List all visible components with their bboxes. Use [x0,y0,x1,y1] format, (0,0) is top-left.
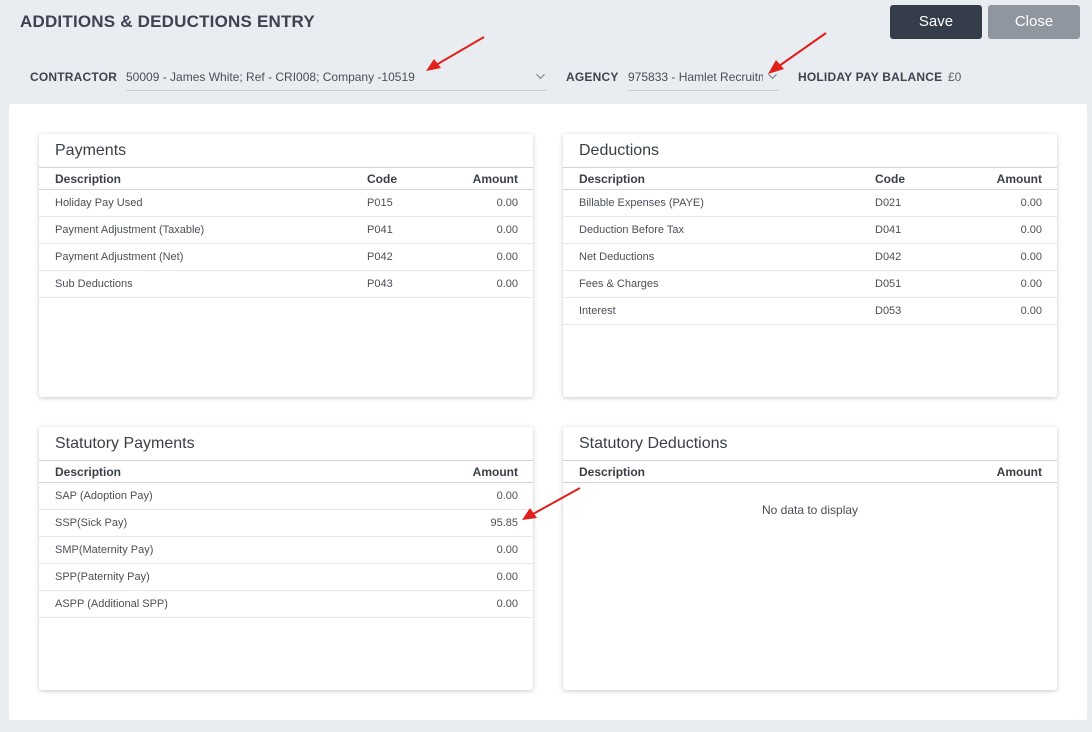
row-amount[interactable]: 0.00 [497,251,518,263]
table-row[interactable]: Deduction Before Tax D041 0.00 [563,217,1057,244]
row-amount[interactable]: 0.00 [497,224,518,236]
table-row[interactable]: Billable Expenses (PAYE) D021 0.00 [563,190,1057,217]
statutory-deductions-table-header: Description Amount [563,460,1057,483]
row-amount[interactable]: 0.00 [1021,224,1042,236]
row-description: Billable Expenses (PAYE) [579,197,704,209]
column-header-description: Description [579,172,646,186]
empty-state-text: No data to display [761,503,859,517]
column-header-description: Description [55,172,122,186]
holiday-pay-balance-label: HOLIDAY PAY BALANCE [798,70,943,84]
row-amount[interactable]: 0.00 [497,598,518,610]
table-row[interactable]: Holiday Pay Used P015 0.00 [39,190,533,217]
agency-value: 975833 - Hamlet Recruitment [628,70,763,84]
row-code: D041 [875,224,902,236]
row-amount[interactable]: 0.00 [497,490,518,502]
row-description: Payment Adjustment (Taxable) [55,224,205,236]
table-row[interactable]: Fees & Charges D051 0.00 [563,271,1057,298]
row-amount[interactable]: 0.00 [497,544,518,556]
chevron-down-icon [536,73,545,80]
contractor-value: 50009 - James White; Ref - CRI008; Compa… [126,70,415,84]
column-header-amount: Amount [472,172,518,186]
page-title: ADDITIONS & DEDUCTIONS ENTRY [20,12,315,31]
row-code: P015 [367,197,393,209]
table-row[interactable]: SAP (Adoption Pay) 0.00 [39,483,533,510]
row-code: D021 [875,197,902,209]
table-row[interactable]: SPP(Paternity Pay) 0.00 [39,564,533,591]
statutory-payments-card: Statutory Payments Description Amount SA… [39,427,533,690]
row-code: P043 [367,278,393,290]
table-row[interactable]: Sub Deductions P043 0.00 [39,271,533,298]
row-code: D051 [875,278,902,290]
statutory-deductions-title: Statutory Deductions [579,435,728,452]
table-row[interactable]: Payment Adjustment (Net) P042 0.00 [39,244,533,271]
row-description: Deduction Before Tax [579,224,684,236]
statutory-deductions-card: Statutory Deductions Description Amount … [563,427,1057,690]
row-description: Payment Adjustment (Net) [55,251,184,263]
deductions-table-header: Description Code Amount [563,167,1057,190]
deductions-title: Deductions [579,142,660,159]
row-description: Fees & Charges [579,278,659,290]
row-code: D053 [875,305,902,317]
agency-label: AGENCY [566,70,619,84]
row-description: Holiday Pay Used [55,197,143,209]
row-description: Sub Deductions [55,278,133,290]
column-header-code: Code [875,172,905,186]
row-amount[interactable]: 0.00 [1021,305,1042,317]
row-amount[interactable]: 0.00 [1021,278,1042,290]
table-row[interactable]: SSP(Sick Pay) 95.85 [39,510,533,537]
column-header-description: Description [55,465,122,479]
column-header-code: Code [367,172,397,186]
column-header-amount: Amount [996,465,1042,479]
contractor-select[interactable]: 50009 - James White; Ref - CRI008; Compa… [126,64,547,91]
header-bar: ADDITIONS & DEDUCTIONS ENTRY Save Close [0,0,1092,44]
table-row[interactable]: Payment Adjustment (Taxable) P041 0.00 [39,217,533,244]
deductions-card: Deductions Description Code Amount Billa… [563,134,1057,397]
contractor-label: CONTRACTOR [30,70,118,84]
holiday-pay-balance-value: £0 [948,70,962,84]
row-amount[interactable]: 0.00 [1021,251,1042,263]
row-description: SSP(Sick Pay) [55,517,128,529]
row-description: SAP (Adoption Pay) [55,490,153,502]
row-code: P042 [367,251,393,263]
table-row[interactable]: ASPP (Additional SPP) 0.00 [39,591,533,618]
column-header-amount: Amount [472,465,518,479]
statutory-payments-title: Statutory Payments [55,435,195,452]
row-amount[interactable]: 0.00 [1021,197,1042,209]
save-button[interactable]: Save [890,5,982,39]
row-description: Interest [579,305,616,317]
row-amount[interactable]: 95.85 [490,517,518,529]
agency-select[interactable]: 975833 - Hamlet Recruitment [628,64,779,91]
table-row[interactable]: Net Deductions D042 0.00 [563,244,1057,271]
row-description: ASPP (Additional SPP) [55,598,168,610]
column-header-description: Description [579,465,646,479]
statutory-payments-table-header: Description Amount [39,460,533,483]
main-panel: Payments Description Code Amount Holiday… [9,104,1087,720]
row-description: SPP(Paternity Pay) [55,571,150,583]
row-amount[interactable]: 0.00 [497,278,518,290]
filter-bar: CONTRACTOR 50009 - James White; Ref - CR… [0,44,1092,104]
payments-table-header: Description Code Amount [39,167,533,190]
row-code: D042 [875,251,902,263]
row-code: P041 [367,224,393,236]
table-row[interactable]: Interest D053 0.00 [563,298,1057,325]
row-amount[interactable]: 0.00 [497,197,518,209]
chevron-down-icon [768,73,777,80]
row-amount[interactable]: 0.00 [497,571,518,583]
column-header-amount: Amount [996,172,1042,186]
row-description: SMP(Maternity Pay) [55,544,154,556]
table-row[interactable]: SMP(Maternity Pay) 0.00 [39,537,533,564]
payments-title: Payments [55,142,127,159]
close-button[interactable]: Close [988,5,1080,39]
payments-card: Payments Description Code Amount Holiday… [39,134,533,397]
row-description: Net Deductions [579,251,655,263]
